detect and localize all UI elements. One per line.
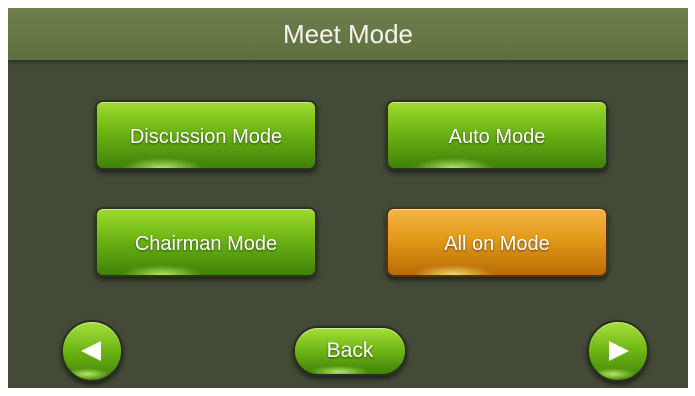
chairman-mode-button[interactable]: Chairman Mode — [95, 207, 317, 277]
next-page-button[interactable] — [587, 320, 649, 382]
auto-mode-button[interactable]: Auto Mode — [386, 100, 608, 170]
page-title: Meet Mode — [8, 8, 688, 60]
discussion-mode-button[interactable]: Discussion Mode — [95, 100, 317, 170]
right-arrow-icon — [609, 341, 629, 361]
all-on-mode-button[interactable]: All on Mode — [386, 207, 608, 277]
previous-page-button[interactable] — [61, 320, 123, 382]
back-button[interactable]: Back — [293, 326, 407, 376]
meet-mode-screen: Meet Mode Discussion Mode Auto Mode Chai… — [8, 8, 688, 388]
left-arrow-icon — [81, 341, 101, 361]
